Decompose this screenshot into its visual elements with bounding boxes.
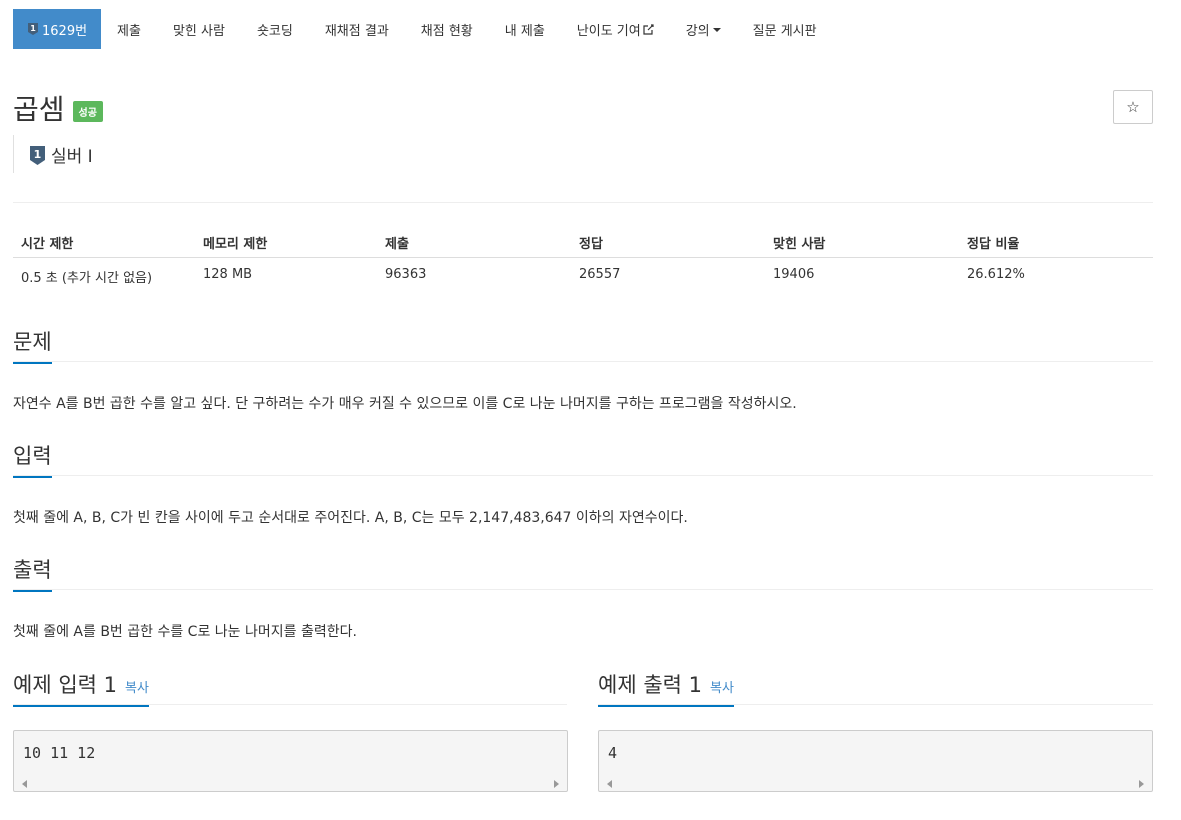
caret-down-icon: [712, 28, 721, 32]
value-accepted-users: 19406: [773, 267, 815, 282]
problem-stats-table: 시간 제한 메모리 제한 제출 정답 맞힌 사람 정답 비율 0.5 초 (추가…: [13, 227, 1153, 288]
nav-my-submissions[interactable]: 내 제출: [489, 9, 561, 49]
problem-page: 1 1629번 제출 맞힌 사람 숏코딩 재채점 결과 채점 현황 내 제출 난…: [0, 0, 1181, 820]
horizontal-scrollbar[interactable]: [599, 775, 1152, 791]
nav-problem-tab-label: 1629번: [42, 23, 88, 39]
star-button[interactable]: ☆: [1113, 90, 1153, 124]
problem-section-heading: 문제: [13, 326, 52, 364]
tier-info: 1 실버 I: [13, 135, 93, 173]
sample-input-text: 10 11 12: [23, 744, 96, 762]
copy-sample-input-button[interactable]: 복사: [125, 681, 149, 696]
status-badge: 성공: [72, 100, 103, 122]
divider: [13, 202, 1153, 203]
sample-output-box[interactable]: 4: [598, 730, 1153, 792]
nav-problem-tab[interactable]: 1 1629번: [13, 9, 102, 49]
sample-input-heading: 예제 입력 1 복사: [13, 669, 149, 707]
header-submissions: 제출: [385, 237, 409, 252]
header-accepted-users: 맞힌 사람: [773, 237, 826, 252]
value-correct: 26557: [579, 267, 621, 282]
tier-label: 실버 I: [51, 146, 93, 167]
sample-output-text: 4: [608, 744, 618, 762]
value-correct-ratio: 26.612%: [967, 267, 1025, 282]
horizontal-scrollbar[interactable]: [14, 775, 567, 791]
copy-sample-output-button[interactable]: 복사: [710, 681, 734, 696]
problem-title-row: 곱셈 성공: [13, 88, 103, 128]
nav-short-coding[interactable]: 숏코딩: [241, 9, 309, 49]
scroll-right-icon[interactable]: [1139, 780, 1144, 788]
value-memory-limit: 128 MB: [203, 267, 253, 282]
input-description: 첫째 줄에 A, B, C가 빈 칸을 사이에 두고 순서대로 주어진다. A,…: [13, 510, 688, 526]
header-time-limit: 시간 제한: [21, 237, 74, 252]
problem-title: 곱셈: [13, 93, 65, 126]
nav-judge-status[interactable]: 채점 현황: [405, 9, 489, 49]
nav-difficulty-contribution[interactable]: 난이도 기여: [561, 9, 670, 49]
input-section-heading: 입력: [13, 440, 52, 478]
divider: [13, 589, 1153, 590]
sample-input-box[interactable]: 10 11 12: [13, 730, 568, 792]
silver-tier-icon: 1: [30, 145, 45, 165]
divider: [598, 704, 1153, 705]
value-submissions: 96363: [385, 267, 427, 282]
nav-question-board[interactable]: 질문 게시판: [737, 9, 833, 49]
problem-description: 자연수 A를 B번 곱한 수를 알고 싶다. 단 구하려는 수가 매우 커질 수…: [13, 396, 797, 412]
nav-submit[interactable]: 제출: [101, 9, 157, 49]
nav-accepted-users[interactable]: 맞힌 사람: [157, 9, 241, 49]
value-time-limit: 0.5 초 (추가 시간 없음): [21, 271, 153, 286]
header-correct: 정답: [579, 237, 603, 252]
star-icon: ☆: [1126, 98, 1140, 116]
problem-nav: 1 1629번 제출 맞힌 사람 숏코딩 재채점 결과 채점 현황 내 제출 난…: [13, 9, 833, 49]
scroll-left-icon[interactable]: [607, 780, 612, 788]
svg-text:1: 1: [34, 148, 42, 161]
output-section-heading: 출력: [13, 554, 52, 592]
silver-tier-icon: 1: [28, 23, 38, 35]
output-description: 첫째 줄에 A를 B번 곱한 수를 C로 나눈 나머지를 출력한다.: [13, 624, 357, 640]
scroll-right-icon[interactable]: [554, 780, 559, 788]
sample-output-heading: 예제 출력 1 복사: [598, 669, 734, 707]
divider: [13, 475, 1153, 476]
scroll-left-icon[interactable]: [22, 780, 27, 788]
nav-rejudge-results[interactable]: 재채점 결과: [309, 9, 405, 49]
nav-lectures-dropdown[interactable]: 강의: [670, 9, 737, 49]
divider: [13, 704, 567, 705]
external-link-icon: [643, 23, 654, 35]
header-correct-ratio: 정답 비율: [967, 237, 1020, 252]
svg-text:1: 1: [30, 24, 36, 33]
divider: [13, 361, 1153, 362]
table-header-row: 시간 제한 메모리 제한 제출 정답 맞힌 사람 정답 비율: [13, 227, 1153, 258]
header-memory-limit: 메모리 제한: [203, 237, 268, 252]
table-row: 0.5 초 (추가 시간 없음) 128 MB 96363 26557 1940…: [13, 258, 1153, 288]
